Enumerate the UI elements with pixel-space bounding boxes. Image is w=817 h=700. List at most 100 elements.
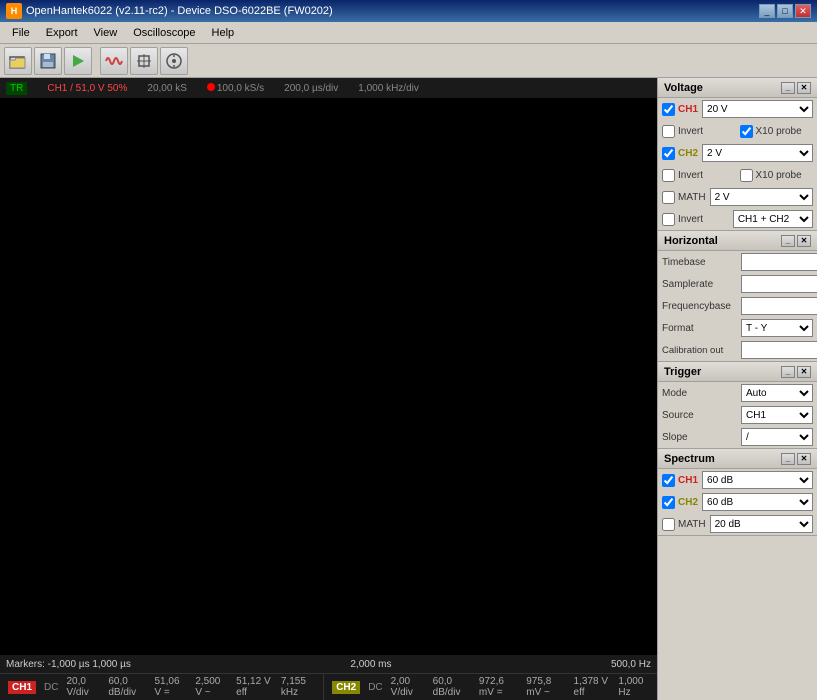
ch1-voltage-select[interactable]: 20 V [702,100,813,118]
ch2-voltage-label: CH2 [678,148,698,159]
ch1-invert-label: Invert [678,126,703,137]
trigger-mode-row: Mode Auto Normal Single [658,382,817,404]
scope-area: TR CH1 / 51,0 V 50% 20,00 kS 100,0 kS/s … [0,78,657,700]
format-row: Format T - Y X - Y [658,317,817,339]
open-button[interactable] [4,47,32,75]
voltage-math-opts-row: Invert CH1 + CH2 [658,208,817,230]
format-label: Format [662,323,737,334]
trigger-close[interactable]: ✕ [797,366,811,378]
sample-count: 20,00 kS [147,83,186,94]
spectrum-math-checkbox[interactable] [662,518,675,531]
spectrum-ch1-select[interactable]: 60 dB [702,471,813,489]
voltage-minimize[interactable]: _ [781,82,795,94]
spectrum-math-select[interactable]: 20 dB [710,515,813,533]
ch2-vdiv: 2,00 V/div [391,676,425,698]
ch1-x10-label: X10 probe [756,126,802,137]
ch1-mode: DC [44,682,58,693]
trigger-slope-select[interactable]: / \ [741,428,813,446]
math-voltage-select[interactable]: 2 V [710,188,813,206]
ch2-voltage: 972,6 mV = [479,676,518,698]
trigger-slope-row: Slope / \ [658,426,817,448]
math-voltage-label: MATH [678,192,706,203]
spectrum-minimize[interactable]: _ [781,453,795,465]
scope-canvas[interactable] [0,98,300,248]
ch1-invert-checkbox[interactable] [662,125,675,138]
spectrum-ch2-select[interactable]: 60 dB [702,493,813,511]
timebase-row: Timebase ▲ ▼ [658,251,817,273]
horizontal-minimize[interactable]: _ [781,235,795,247]
menu-oscilloscope[interactable]: Oscilloscope [125,25,203,41]
sine-button[interactable] [100,47,128,75]
voltage-section: Voltage _ ✕ CH1 20 V [658,78,817,231]
trigger-mode: TR [6,82,27,95]
trigger-source-label: Source [662,410,737,421]
ch1-vrms: 51,12 V eff [236,676,273,698]
freq-div: 1,000 kHz/div [358,83,419,94]
ch1-enabled-checkbox[interactable] [662,103,675,116]
cursor-button[interactable] [130,47,158,75]
horizontal-close[interactable]: ✕ [797,235,811,247]
spectrum-ch2-checkbox[interactable] [662,496,675,509]
measure-button[interactable] [160,47,188,75]
main-area: TR CH1 / 51,0 V 50% 20,00 kS 100,0 kS/s … [0,78,817,700]
ch1-voltage2: 2,500 V ~ [195,676,228,698]
samplerate-input[interactable] [741,275,817,293]
samplerate-row: Samplerate ▲ ▼ [658,273,817,295]
trigger-source-row: Source CH1 CH2 [658,404,817,426]
minimize-button[interactable]: _ [759,4,775,18]
menu-export[interactable]: Export [38,25,86,41]
voltage-ch2-opts-row: Invert X10 probe [658,164,817,186]
trigger-mode-select[interactable]: Auto Normal Single [741,384,813,402]
voltage-ch2-row: CH2 2 V [658,142,817,164]
voltage-ch1-opts-row: Invert X10 probe [658,120,817,142]
spectrum-close[interactable]: ✕ [797,453,811,465]
ch2-freq: 1,000 Hz [618,676,649,698]
ch2-x10-checkbox[interactable] [740,169,753,182]
ch2-mode: DC [368,682,382,693]
trigger-slope-label: Slope [662,432,737,443]
window-title: OpenHantek6022 (v2.11-rc2) - Device DSO-… [26,5,333,17]
voltage-math-row: MATH 2 V [658,186,817,208]
ch1-voltage-label: CH1 [678,104,698,115]
toolbar [0,44,817,78]
spectrum-ch1-row: CH1 60 dB [658,469,817,491]
format-select[interactable]: T - Y X - Y [741,319,813,337]
ch2-voltage-select[interactable]: 2 V [702,144,813,162]
samplerate-label: Samplerate [662,279,737,290]
ch2-invert-label: Invert [678,170,703,181]
menu-view[interactable]: View [86,25,126,41]
center-text: 2,000 ms [350,659,391,670]
save-button[interactable] [34,47,62,75]
sample-rate: 100,0 kS/s [217,83,264,94]
trigger-source-select[interactable]: CH1 CH2 [741,406,813,424]
menubar: File Export View Oscilloscope Help [0,22,817,44]
run-button[interactable] [64,47,92,75]
ch1-dbdiv: 60,0 dB/div [108,676,146,698]
close-button[interactable]: ✕ [795,4,811,18]
spectrum-section: Spectrum _ ✕ CH1 60 dB [658,449,817,536]
menu-help[interactable]: Help [204,25,243,41]
calout-input[interactable] [741,341,817,359]
math-invert-checkbox[interactable] [662,213,675,226]
maximize-button[interactable]: □ [777,4,793,18]
scope-header: TR CH1 / 51,0 V 50% 20,00 kS 100,0 kS/s … [0,78,657,98]
trigger-minimize[interactable]: _ [781,366,795,378]
time-div: 200,0 µs/div [284,83,338,94]
ch1-x10-checkbox[interactable] [740,125,753,138]
voltage-close[interactable]: ✕ [797,82,811,94]
channel-info-bar: CH1 DC 20,0 V/div 60,0 dB/div 51,06 V = … [0,673,657,700]
spectrum-ch1-checkbox[interactable] [662,474,675,487]
ch2-label-badge: CH2 [332,681,360,694]
math-invert-label: Invert [678,214,703,225]
math-formula-select[interactable]: CH1 + CH2 [733,210,813,228]
ch1-freq: 7,155 kHz [281,676,315,698]
right-panel: Voltage _ ✕ CH1 20 V [657,78,817,700]
math-enabled-checkbox[interactable] [662,191,675,204]
menu-file[interactable]: File [4,25,38,41]
trigger-mode-label: Mode [662,388,737,399]
freqbase-input[interactable] [741,297,817,315]
timebase-input[interactable] [741,253,817,271]
ch2-invert-checkbox[interactable] [662,169,675,182]
ch2-enabled-checkbox[interactable] [662,147,675,160]
spectrum-math-row: MATH 20 dB [658,513,817,535]
